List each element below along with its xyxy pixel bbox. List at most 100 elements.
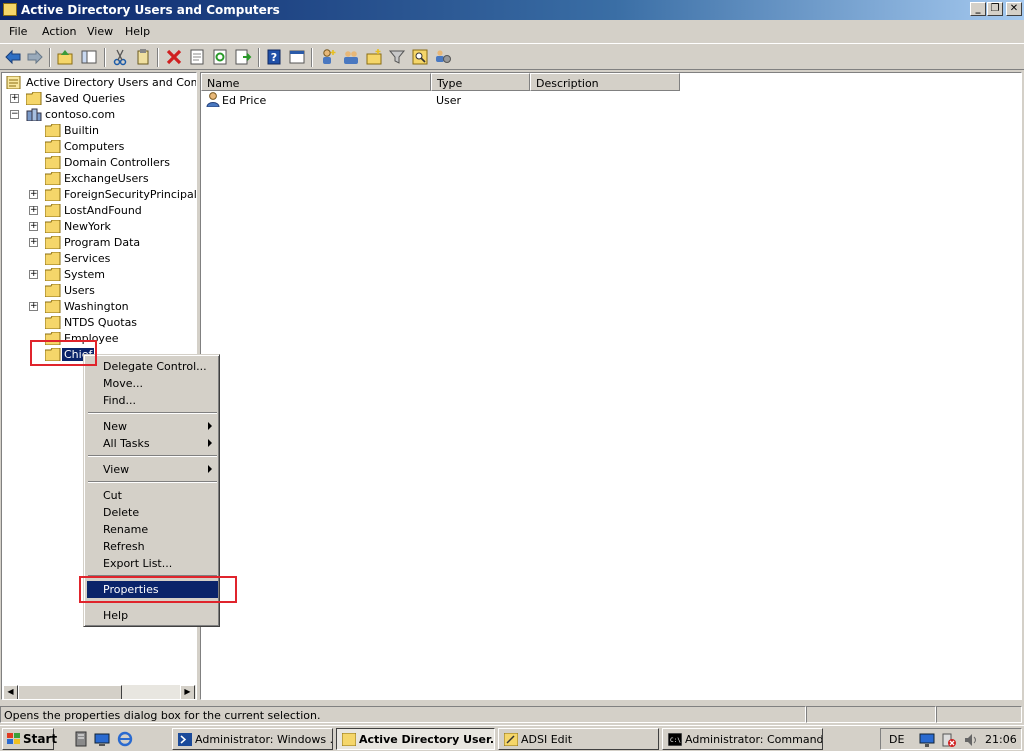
menu-item-new[interactable]: New [87, 418, 218, 435]
console-tree-icon[interactable] [288, 48, 306, 66]
column-header-name[interactable]: Name [201, 73, 431, 91]
expand-icon[interactable]: + [29, 238, 38, 247]
column-header-description[interactable]: Description [530, 73, 680, 91]
details-pane[interactable]: Name Type Description Ed Price User [200, 72, 1022, 700]
scroll-right-button[interactable]: ▶ [180, 685, 195, 699]
folder-icon [45, 268, 61, 281]
toolbar: ? [0, 43, 1024, 70]
menu-item-find[interactable]: Find... [87, 392, 218, 409]
restore-button[interactable]: ❐ [987, 2, 1003, 16]
minimize-button[interactable]: _ [970, 2, 986, 16]
status-text: Opens the properties dialog box for the … [0, 706, 806, 723]
tree-item-label: Builtin [64, 124, 99, 137]
menu-separator [88, 481, 217, 483]
menu-item-view[interactable]: View [87, 461, 218, 478]
volume-tray-icon[interactable] [963, 732, 979, 748]
menu-item-label: Export List... [103, 557, 173, 570]
expand-icon[interactable]: + [29, 222, 38, 231]
menu-item-delete[interactable]: Delete [87, 504, 218, 521]
new-group-icon[interactable] [342, 48, 360, 66]
menu-file[interactable]: File [9, 25, 27, 38]
expand-icon[interactable]: + [29, 190, 38, 199]
menu-view[interactable]: View [87, 25, 113, 38]
folder-icon [45, 172, 61, 185]
taskbar-button-label: ADSI Edit [521, 733, 573, 746]
taskbar-button-powershell[interactable]: Administrator: Windows ... [172, 728, 333, 750]
properties-icon[interactable] [188, 48, 206, 66]
scroll-left-button[interactable]: ◀ [3, 685, 18, 699]
toolbar-separator [258, 48, 260, 67]
menu-item-move[interactable]: Move... [87, 375, 218, 392]
menu-item-delegate-control[interactable]: Delegate Control... [87, 358, 218, 375]
menu-item-rename[interactable]: Rename [87, 521, 218, 538]
expand-icon[interactable]: + [29, 302, 38, 311]
close-button[interactable]: ✕ [1006, 2, 1022, 16]
copy-icon[interactable] [134, 48, 152, 66]
taskbar-button-adsi-edit[interactable]: ADSI Edit [498, 728, 659, 750]
tree-item-label: contoso.com [45, 108, 116, 121]
cut-icon[interactable] [111, 48, 129, 66]
menu-separator [88, 455, 217, 457]
column-header-type[interactable]: Type [431, 73, 530, 91]
start-label: Start [23, 732, 58, 746]
back-icon[interactable] [4, 48, 22, 66]
add-to-group-icon[interactable] [434, 48, 452, 66]
annotation-box-properties [79, 576, 237, 603]
taskbar-button-aduc[interactable]: Active Directory User... [336, 728, 495, 750]
start-button[interactable]: Start [2, 728, 58, 750]
aduc-icon [341, 732, 357, 747]
taskbar-button-label: Administrator: Command... [685, 733, 823, 746]
delete-icon[interactable] [165, 48, 183, 66]
windows-logo-icon [7, 733, 21, 745]
server-manager-icon[interactable] [73, 731, 89, 747]
submenu-arrow-icon [208, 422, 212, 430]
taskbar-button-label: Administrator: Windows ... [195, 733, 333, 746]
list-item[interactable]: Ed Price User [201, 92, 1021, 109]
menu-action[interactable]: Action [42, 25, 76, 38]
menu-bar: File Action View Help [0, 21, 1024, 42]
show-hide-tree-icon[interactable] [80, 48, 98, 66]
find-icon[interactable] [411, 48, 429, 66]
internet-explorer-icon[interactable] [117, 731, 133, 747]
up-folder-icon[interactable] [56, 48, 74, 66]
menu-item-refresh[interactable]: Refresh [87, 538, 218, 555]
scroll-thumb[interactable] [18, 685, 122, 699]
menu-item-help[interactable]: Help [87, 607, 218, 624]
taskbar-button-command-prompt[interactable]: C:\ Administrator: Command... [662, 728, 823, 750]
expand-icon[interactable]: + [10, 94, 19, 103]
collapse-icon[interactable]: − [10, 110, 19, 119]
menu-item-cut[interactable]: Cut [87, 487, 218, 504]
tree-item-label: Services [64, 252, 111, 265]
forward-icon[interactable] [26, 48, 44, 66]
powershell-icon [178, 733, 192, 746]
expand-icon[interactable]: + [29, 206, 38, 215]
refresh-icon[interactable] [211, 48, 229, 66]
svg-text:?: ? [271, 51, 277, 64]
user-icon [206, 92, 220, 108]
expand-icon[interactable]: + [29, 270, 38, 279]
command-prompt-icon: C:\ [667, 732, 683, 747]
menu-help[interactable]: Help [125, 25, 150, 38]
menu-item-label: New [103, 420, 127, 433]
clock[interactable]: 21:06 [985, 733, 1017, 746]
action-center-tray-icon[interactable] [941, 732, 957, 748]
new-user-icon[interactable] [319, 48, 337, 66]
tree-item-label: Users [64, 284, 95, 297]
title-bar[interactable]: Active Directory Users and Computers _ ❐… [0, 0, 1024, 20]
language-indicator[interactable]: DE [889, 733, 904, 746]
filter-icon[interactable] [388, 48, 406, 66]
folder-icon [45, 124, 61, 137]
new-ou-icon[interactable] [365, 48, 383, 66]
help-icon[interactable]: ? [265, 48, 283, 66]
show-desktop-icon[interactable] [94, 731, 110, 747]
network-tray-icon[interactable] [919, 732, 935, 748]
menu-item-label: Help [103, 609, 129, 622]
menu-item-all-tasks[interactable]: All Tasks [87, 435, 218, 452]
tree-item-label: ForeignSecurityPrincipals [64, 188, 197, 201]
menu-item-label: Refresh [103, 540, 145, 553]
menu-item-export-list[interactable]: Export List... [87, 555, 218, 572]
tree-horizontal-scrollbar[interactable]: ◀ ▶ [3, 685, 196, 699]
menu-item-label: Delete [103, 506, 140, 519]
status-bar: Opens the properties dialog box for the … [0, 704, 1024, 724]
export-list-icon[interactable] [234, 48, 252, 66]
